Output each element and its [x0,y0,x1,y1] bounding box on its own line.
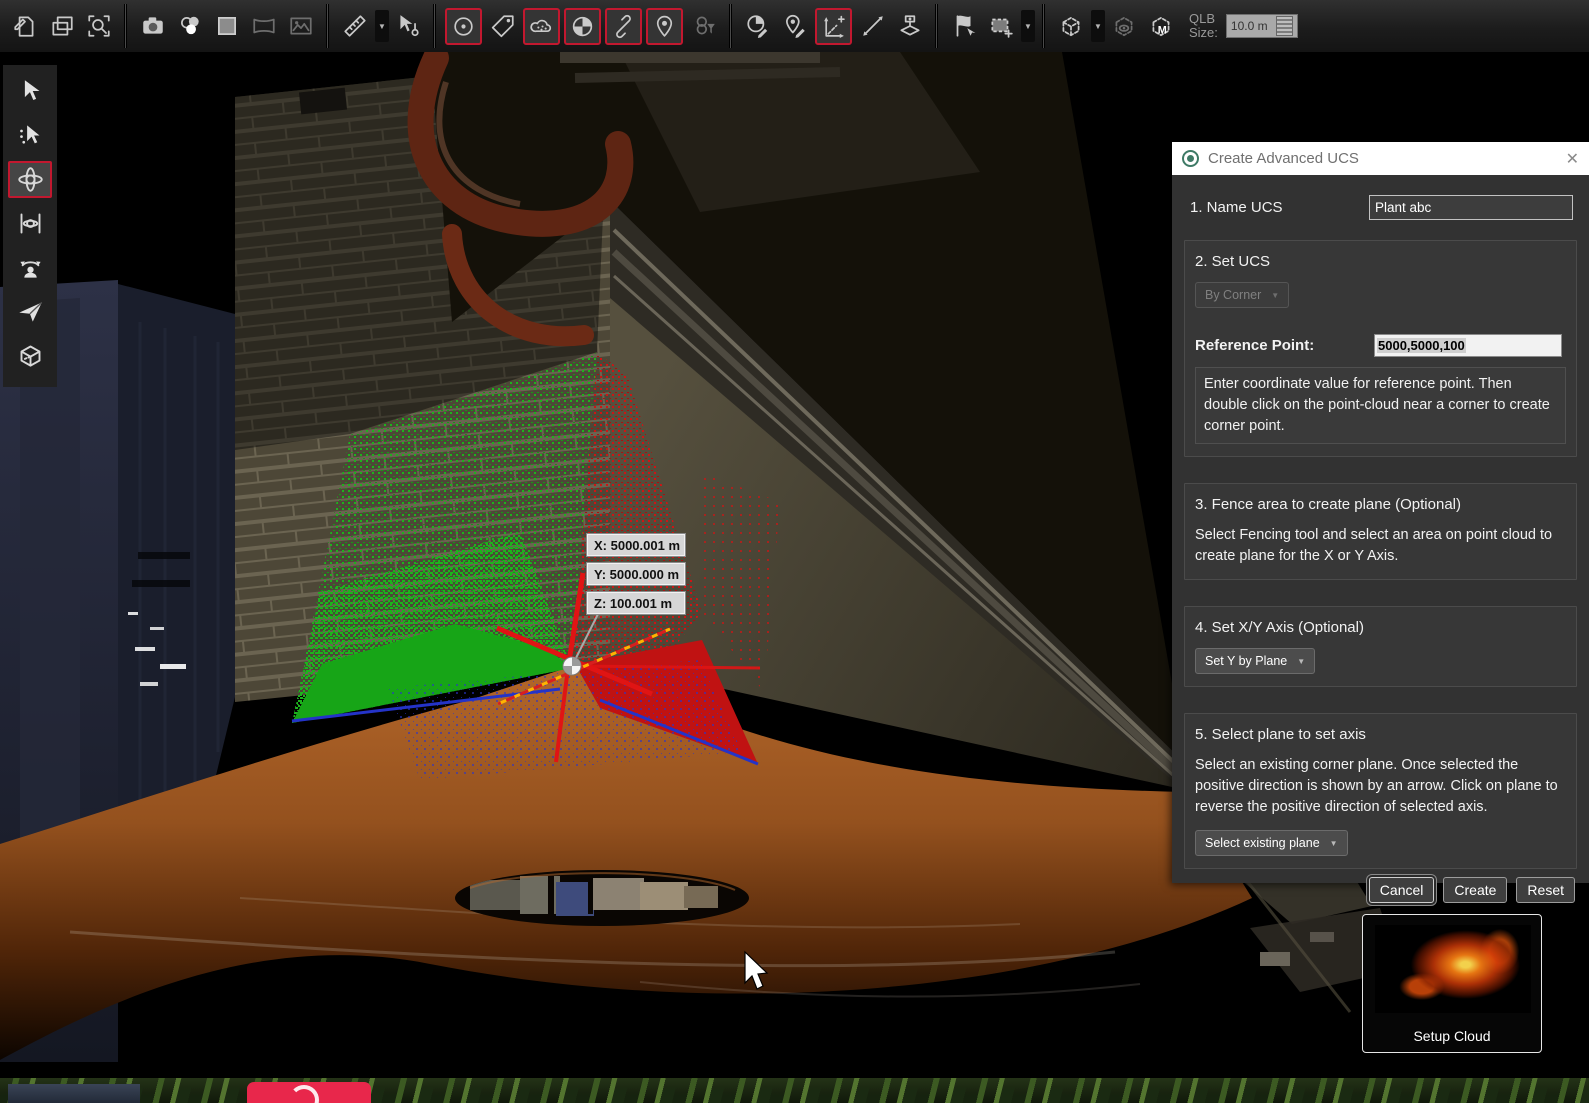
name-ucs-input[interactable] [1369,195,1573,220]
edit-pin-icon[interactable] [776,5,813,47]
dialog-title: Create Advanced UCS [1208,150,1566,167]
view-cube-tool[interactable] [8,337,52,374]
cancel-button[interactable]: Cancel [1369,877,1435,903]
dialog-body: 1. Name UCS 2. Set UCS By Corner Referen… [1172,175,1589,903]
select-tool[interactable] [8,73,52,110]
corner-point-marker[interactable] [563,657,581,675]
pan-orbit-tool[interactable] [8,205,52,242]
set-ucs-group: 2. Set UCS By Corner Reference Point: 50… [1184,240,1577,457]
select-plane-instruction: Select an existing corner plane. Once se… [1195,755,1566,818]
location-pin-icon[interactable] [646,8,683,45]
tag-icon[interactable] [484,5,521,47]
select-plane-title: 5. Select plane to set axis [1195,726,1566,743]
coordinate-label-z: Z: 100.001 m [586,591,686,615]
set-ucs-title: 2. Set UCS [1195,253,1566,270]
snapshot-camera-icon[interactable] [134,5,171,47]
fence-area-title: 3. Fence area to create plane (Optional) [1195,496,1566,513]
pick-tool-icon[interactable] [854,5,891,47]
qlb-size-control: QLBSize: [1189,12,1293,40]
toolbar-divider [935,4,938,48]
name-ucs-label: 1. Name UCS [1190,199,1369,216]
limit-box-icon[interactable] [1052,5,1089,47]
reference-point-label: Reference Point: [1195,337,1374,354]
limit-box-dropdown-icon[interactable] [1091,10,1105,42]
app-brand-icon [247,1082,371,1103]
navigation-sidebar [3,65,57,387]
render-colors-icon[interactable] [171,5,208,47]
main-toolbar: M QLBSize: [0,0,1589,52]
svg-text:M: M [1157,25,1166,37]
qlb-size-stepper[interactable] [1276,16,1293,36]
create-ucs-axes-icon[interactable] [815,8,852,45]
scan-disc-icon[interactable] [445,8,482,45]
dialog-titlebar[interactable]: Create Advanced UCS ✕ [1172,142,1589,175]
toolbar-divider [326,4,329,48]
fence-area-group: 3. Fence area to create plane (Optional)… [1184,483,1577,580]
create-button[interactable]: Create [1443,877,1507,903]
strip-photo-thumbnail [8,1084,140,1103]
setup-cloud-thumbnail[interactable]: Setup Cloud [1362,914,1542,1053]
zoom-region-icon[interactable] [80,5,117,47]
orbit-tool[interactable] [8,161,52,198]
application-window: X: 5000.001 m Y: 5000.000 m Z: 100.001 m [0,0,1589,1103]
panorama-preview-strip[interactable] [0,1078,1589,1103]
link-icon[interactable] [605,8,642,45]
fence-area-instruction: Select Fencing tool and select an area o… [1195,525,1566,567]
limit-box-manager-icon[interactable]: M [1142,5,1179,47]
close-icon[interactable]: ✕ [1566,149,1579,169]
toolbar-divider [729,4,732,48]
panorama-view-icon[interactable] [245,5,282,47]
reference-point-instruction: Enter coordinate value for reference poi… [1195,367,1566,444]
fence-flag-icon[interactable] [945,5,982,47]
rect-selection-icon[interactable] [982,5,1019,47]
selection-dropdown-icon[interactable] [1021,10,1035,42]
reference-point-input[interactable]: 5000,5000,100 [1374,334,1562,357]
app-logo-icon [1182,150,1199,167]
axis-line-red-horizontal [572,666,760,668]
toolbar-divider [433,4,436,48]
export-document-icon[interactable] [6,5,43,47]
reset-button[interactable]: Reset [1516,877,1575,903]
solid-square-icon[interactable] [208,5,245,47]
create-advanced-ucs-dialog: Create Advanced UCS ✕ 1. Name UCS 2. Set… [1172,142,1589,883]
set-axis-group: 4. Set X/Y Axis (Optional) Set Y by Plan… [1184,606,1577,687]
setups-filter-icon[interactable] [685,5,722,47]
measure-dropdown-icon[interactable] [375,10,389,42]
multi-select-tool[interactable] [8,117,52,154]
look-around-tool[interactable] [8,249,52,286]
edit-target-icon[interactable] [739,5,776,47]
select-plane-dropdown[interactable]: Select existing plane [1195,830,1348,856]
fly-tool[interactable] [8,293,52,330]
setup-camera-icon[interactable] [891,5,928,47]
limit-box-view-icon[interactable] [1105,5,1142,47]
set-axis-dropdown[interactable]: Set Y by Plane [1195,648,1315,674]
set-axis-title: 4. Set X/Y Axis (Optional) [1195,619,1566,636]
set-ucs-dropdown[interactable]: By Corner [1195,282,1289,308]
probe-cursor-icon[interactable] [389,5,426,47]
image-view-icon[interactable] [282,5,319,47]
coordinate-label-x: X: 5000.001 m [586,533,686,557]
toolbar-divider [124,4,127,48]
point-cloud-icon[interactable] [523,8,560,45]
setup-target-icon[interactable] [564,8,601,45]
toolbar-divider [1042,4,1045,48]
measure-ruler-icon[interactable] [336,5,373,47]
select-plane-group: 5. Select plane to set axis Select an ex… [1184,713,1577,869]
cascade-windows-icon[interactable] [43,5,80,47]
qlb-size-label: QLBSize: [1189,12,1218,40]
setup-cloud-preview-image [1375,925,1531,1013]
machinery [470,876,718,916]
coordinate-label-y: Y: 5000.000 m [586,562,686,586]
setup-cloud-label: Setup Cloud [1363,1028,1541,1044]
